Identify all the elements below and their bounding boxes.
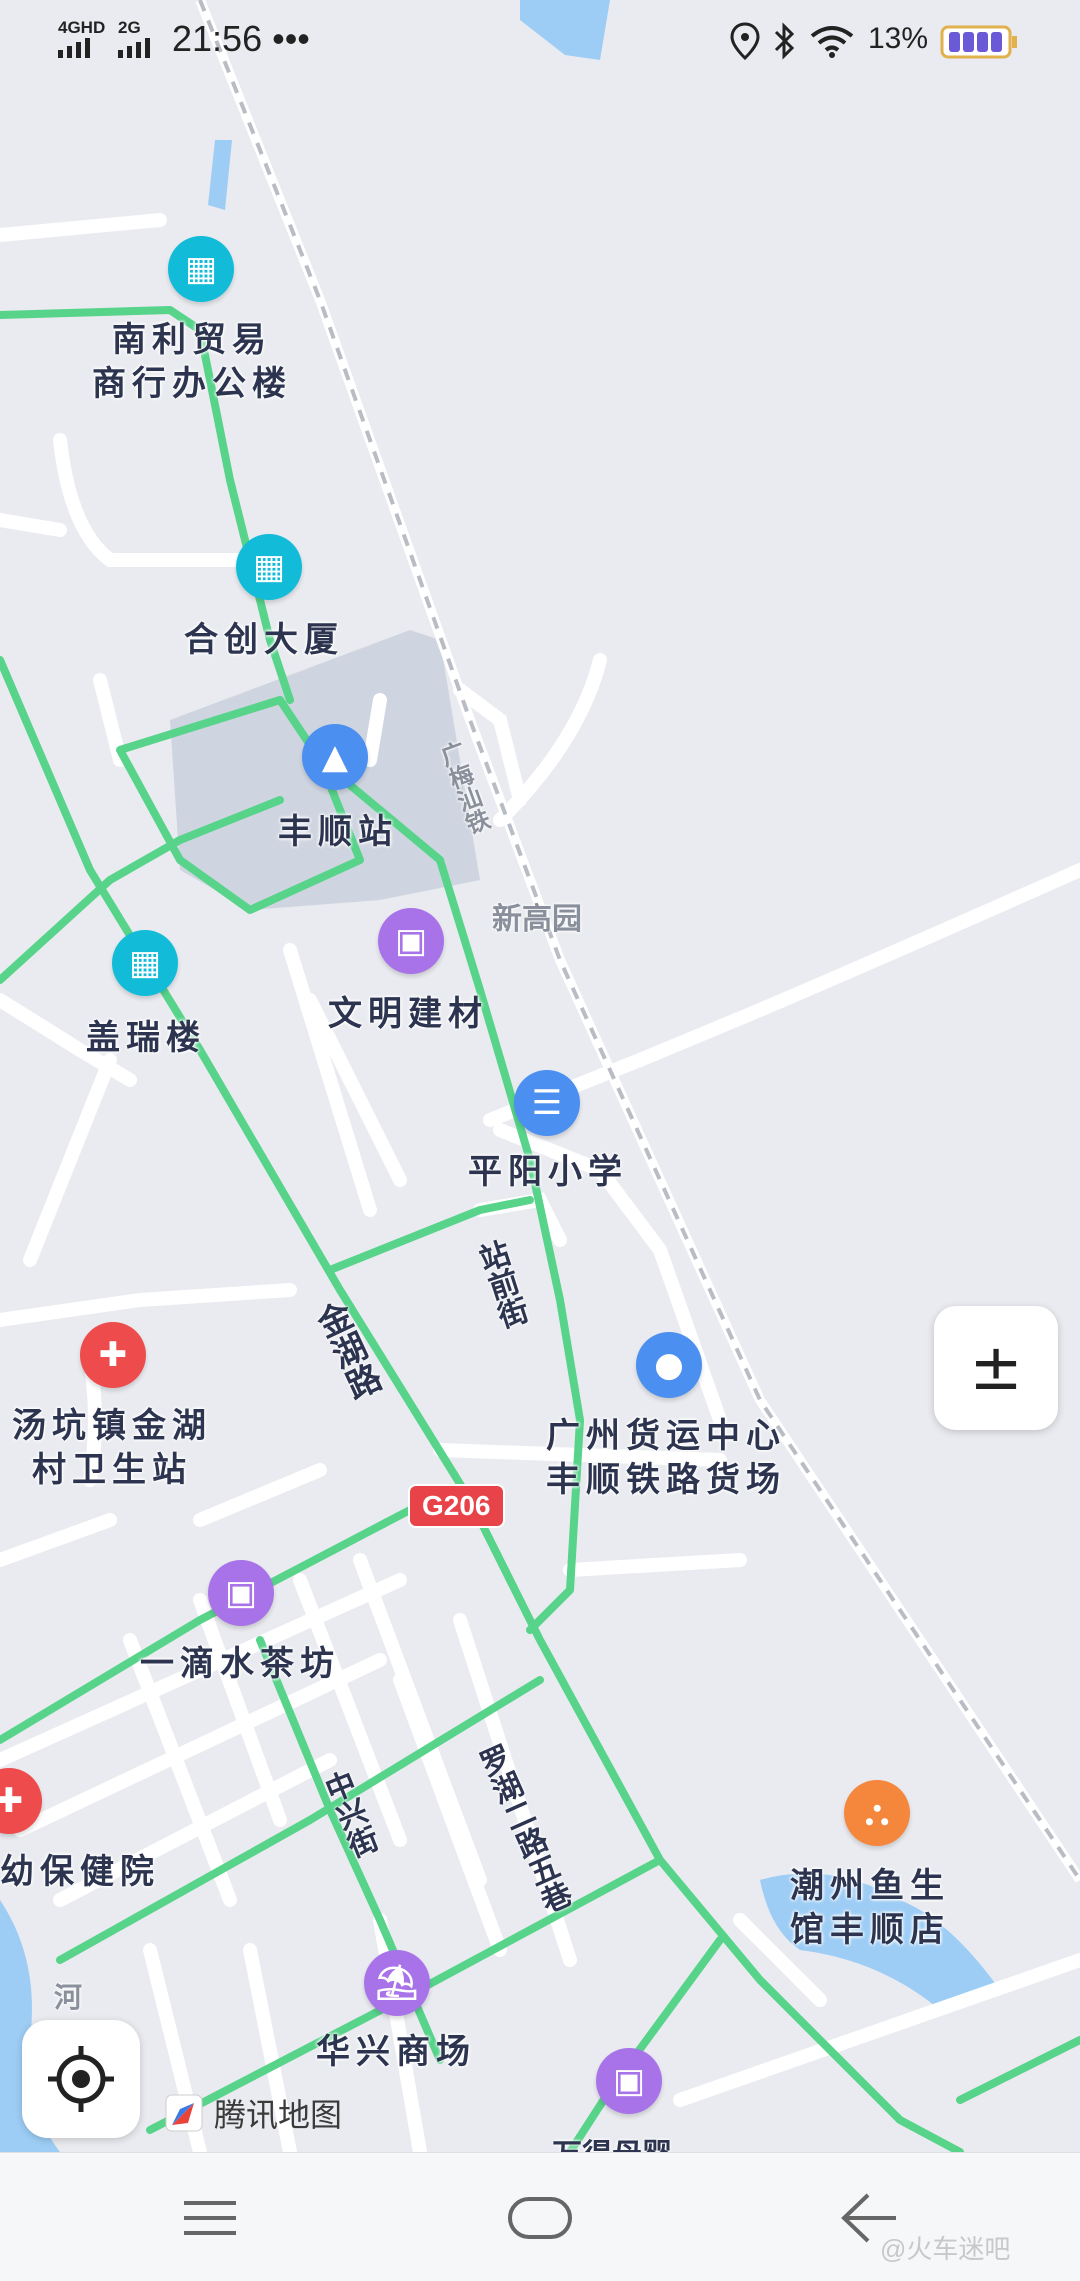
- poi-label: 华兴商场: [316, 2032, 476, 2072]
- office-building-icon: ▦: [236, 534, 302, 600]
- shopping-cart-icon: ⛱: [364, 1950, 430, 2016]
- battery-percent: 13%: [868, 22, 929, 55]
- book-icon: ☰: [514, 1070, 580, 1136]
- watermark: @火车迷吧: [880, 2234, 1011, 2264]
- poi-label: 平阳小学: [468, 1152, 628, 1192]
- highway-badge: G206: [408, 1484, 505, 1528]
- signal-bars-icon: [58, 38, 90, 58]
- poi-label: 盖瑞楼: [86, 1018, 206, 1058]
- system-nav-bar: @火车迷吧: [0, 2152, 1080, 2281]
- poi-label: 南利贸易 商行办公楼: [92, 320, 292, 404]
- medical-cross-icon: ✚: [80, 1322, 146, 1388]
- restaurant-icon: ⛬: [844, 1780, 910, 1846]
- poi-label: 丰顺站: [278, 812, 398, 852]
- poi-label: 合创大厦: [184, 620, 344, 660]
- poi-label: 文明建材: [328, 994, 488, 1034]
- bluetooth-icon: [774, 22, 795, 60]
- shopping-bag-icon: ▣: [378, 908, 444, 974]
- location-pin-icon: ●: [636, 1332, 702, 1398]
- map-brand: 腾讯地图: [164, 2090, 342, 2136]
- home-icon[interactable]: [500, 2183, 580, 2253]
- signal-4g: 4GHD: [58, 18, 106, 37]
- crosshair-icon: [48, 2046, 114, 2112]
- location-icon: [730, 22, 760, 60]
- signal-2g: 2G: [118, 18, 141, 37]
- map-canvas[interactable]: ▦ 南利贸易 商行办公楼 ▦ 合创大厦 ▲ 丰顺站 ▣ 文明建材 ▦ 盖瑞楼 ☰…: [0, 0, 1080, 2152]
- zoom-control-button[interactable]: ±: [934, 1306, 1058, 1430]
- office-building-icon: ▦: [112, 930, 178, 996]
- poi-label: 汤坑镇金湖 村卫生站: [12, 1406, 212, 1490]
- wifi-icon: [810, 26, 854, 58]
- battery-icon: [940, 25, 1017, 59]
- clock: 21:56 •••: [172, 18, 310, 59]
- signal-bars-icon: [118, 38, 150, 58]
- brand-name: 腾讯地图: [214, 2097, 343, 2133]
- poi-label: 幼保健院: [0, 1852, 160, 1892]
- poi-label-partial: 万得母婴: [552, 2130, 672, 2152]
- road-label-river: 河: [54, 1981, 83, 2014]
- shopping-bag-icon: ▣: [596, 2048, 662, 2114]
- area-label-xingaoyuan: 新高园: [492, 902, 582, 937]
- shopping-bag-icon: ▣: [208, 1560, 274, 1626]
- menu-icon[interactable]: [170, 2183, 250, 2253]
- poi-label: 广州货运中心 丰顺铁路货场: [546, 1416, 786, 1500]
- poi-label: 潮州鱼生 馆丰顺店: [790, 1866, 950, 1950]
- status-bar: 4GHD 2G 21:56 ••• 13%: [0, 0, 1080, 80]
- office-building-icon: ▦: [168, 236, 234, 302]
- locate-button[interactable]: [22, 2020, 140, 2138]
- tencent-map-logo-icon: [165, 2094, 203, 2132]
- poi-label: 一滴水茶坊: [140, 1644, 340, 1684]
- train-station-icon: ▲: [302, 724, 368, 790]
